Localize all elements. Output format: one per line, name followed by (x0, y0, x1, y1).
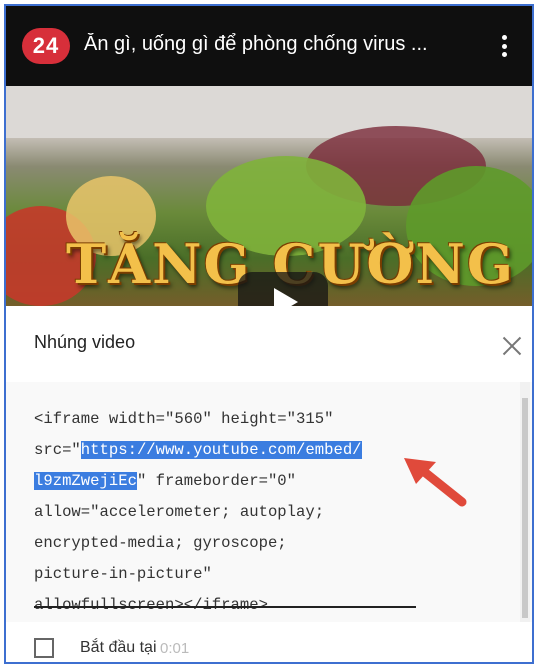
code-scrollbar[interactable] (520, 382, 530, 622)
scrollbar-thumb[interactable] (522, 398, 528, 618)
video-header: 24 Ăn gì, uống gì để phòng chống virus .… (6, 6, 532, 86)
start-at-label: Bắt đầu tại (80, 639, 157, 656)
annotation-arrow-icon (404, 458, 467, 507)
code-line: allow="accelerometer; autoplay; (34, 503, 325, 521)
highlighted-video-id[interactable]: l9zmZwejiEc (34, 472, 137, 490)
channel-logo[interactable]: 24 (22, 28, 70, 64)
video-thumbnail[interactable]: TĂNG CƯỜNG (6, 86, 532, 316)
dialog-title: Nhúng video (34, 332, 136, 352)
highlighted-url[interactable]: https://www.youtube.com/embed/ (80, 441, 362, 459)
code-underline (34, 606, 416, 608)
code-line: picture-in-picture" (34, 565, 212, 583)
code-line: encrypted-media; gyroscope; (34, 534, 287, 552)
start-at-checkbox[interactable] (34, 638, 54, 658)
more-options-icon[interactable] (494, 32, 514, 60)
close-icon[interactable] (502, 336, 522, 356)
embed-code[interactable]: <iframe width="560" height="315" src="ht… (34, 404, 414, 621)
start-at-time[interactable]: 0:01 (160, 640, 189, 657)
code-line: src="https://www.youtube.com/embed/ (34, 441, 362, 459)
thumbnail-top-strip (6, 86, 532, 138)
code-line: <iframe width="560" height="315" (34, 410, 334, 428)
video-title[interactable]: Ăn gì, uống gì để phòng chống virus ... (84, 33, 474, 56)
code-line: l9zmZwejiEc" frameborder="0" (34, 472, 297, 490)
screenshot-frame: 24 Ăn gì, uống gì để phòng chống virus .… (4, 4, 534, 664)
